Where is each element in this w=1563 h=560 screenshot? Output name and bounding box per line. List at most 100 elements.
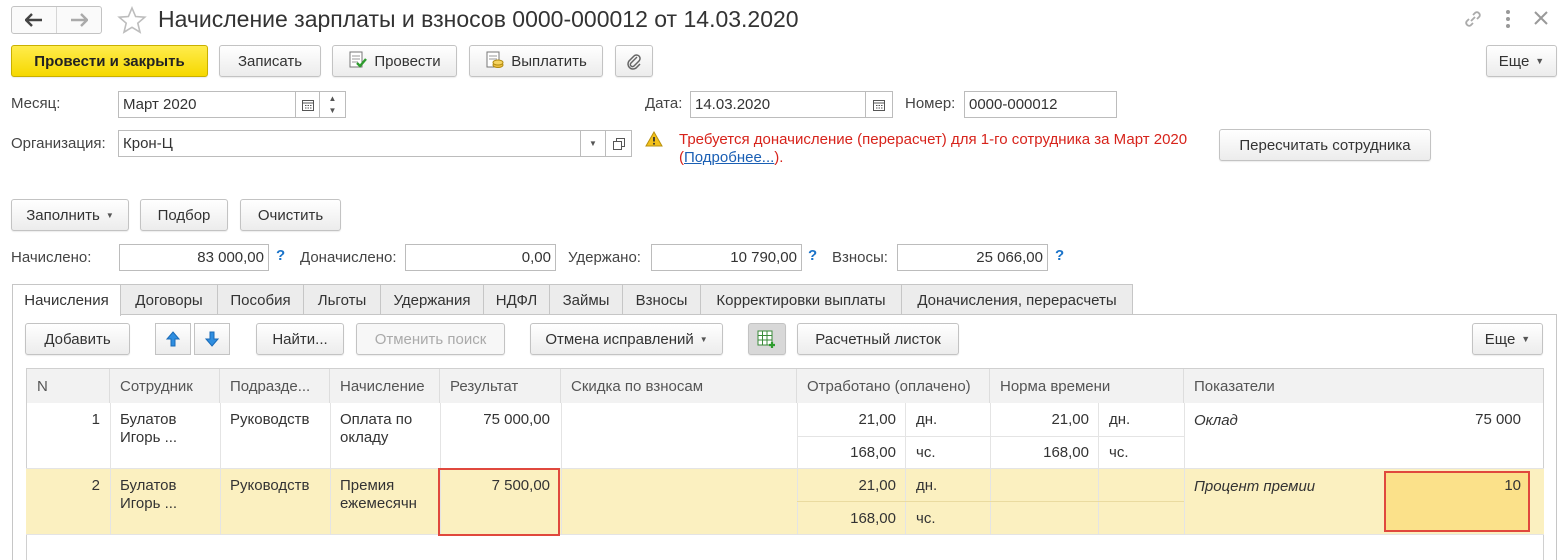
number-field[interactable]: 0000-000012 bbox=[964, 91, 1117, 118]
forward-button[interactable] bbox=[57, 7, 102, 33]
column-header-indicators[interactable]: Показатели bbox=[1184, 369, 1543, 403]
contributions-field: 25 066,00 bbox=[897, 244, 1048, 271]
row-divider bbox=[797, 436, 1184, 437]
row1-worked-days[interactable]: 21,00 bbox=[800, 411, 896, 429]
row2-worked-hours[interactable]: 168,00 bbox=[800, 510, 896, 528]
row2-worked-hours-unit: чс. bbox=[916, 510, 936, 527]
contributions-help-icon[interactable]: ? bbox=[1055, 247, 1064, 264]
tab-contributions[interactable]: Взносы bbox=[622, 284, 701, 315]
tab-loans[interactable]: Займы bbox=[549, 284, 623, 315]
favorite-star-icon[interactable] bbox=[117, 6, 147, 34]
month-spinner[interactable]: ▲ ▼ bbox=[319, 91, 346, 118]
post-document-icon bbox=[349, 51, 368, 68]
details-link[interactable]: Подробнее... bbox=[684, 149, 774, 166]
calendar-icon bbox=[873, 99, 885, 111]
clear-label: Очистить bbox=[257, 206, 324, 224]
withheld-help-icon[interactable]: ? bbox=[808, 247, 817, 264]
column-header-department[interactable]: Подразде... bbox=[220, 369, 330, 403]
pay-button[interactable]: Выплатить bbox=[469, 45, 603, 77]
row1-indicator-value[interactable]: 75 000 bbox=[1390, 411, 1521, 429]
recalculate-label: Пересчитать сотрудника bbox=[1239, 136, 1411, 154]
row2-n[interactable]: 2 bbox=[30, 477, 100, 495]
pick-button[interactable]: Подбор bbox=[140, 199, 228, 231]
row2-employee-line2[interactable]: Игорь ... bbox=[120, 495, 177, 513]
back-button[interactable] bbox=[12, 7, 57, 33]
cancel-corrections-button[interactable]: Отмена исправлений ▼ bbox=[530, 323, 723, 355]
save-button[interactable]: Записать bbox=[219, 45, 321, 77]
document-title: Начисление зарплаты и взносов 0000-00001… bbox=[158, 6, 799, 32]
link-icon[interactable] bbox=[1463, 9, 1483, 29]
tab-contracts[interactable]: Договоры bbox=[120, 284, 218, 315]
accrued-help-icon[interactable]: ? bbox=[276, 247, 285, 264]
row1-norm-days[interactable]: 21,00 bbox=[993, 411, 1089, 429]
withheld-label: Удержано: bbox=[568, 249, 641, 266]
post-button[interactable]: Провести bbox=[332, 45, 457, 77]
add-row-button[interactable]: Добавить bbox=[25, 323, 130, 355]
row2-accrual-line2[interactable]: ежемесячн bbox=[340, 495, 417, 513]
tab-deductions-benefits[interactable]: Льготы bbox=[303, 284, 381, 315]
pick-label: Подбор bbox=[157, 206, 211, 224]
grid-add-icon bbox=[757, 330, 775, 348]
column-header-worked[interactable]: Отработано (оплачено) bbox=[797, 369, 990, 403]
row2-accrual-line1[interactable]: Премия bbox=[340, 477, 394, 495]
payslip-button[interactable]: Расчетный листок bbox=[797, 323, 959, 355]
row1-department[interactable]: Руководств bbox=[230, 411, 309, 429]
month-calendar-button[interactable] bbox=[295, 91, 320, 118]
menu-dots-icon[interactable] bbox=[1505, 9, 1511, 29]
tab-payment-corrections[interactable]: Корректировки выплаты bbox=[700, 284, 902, 315]
row2-department[interactable]: Руководств bbox=[230, 477, 309, 495]
column-header-result[interactable]: Результат bbox=[440, 369, 561, 403]
arrow-down-icon bbox=[205, 331, 219, 347]
row1-result[interactable]: 75 000,00 bbox=[445, 411, 550, 429]
arrow-up-icon bbox=[166, 331, 180, 347]
recalculate-employee-button[interactable]: Пересчитать сотрудника bbox=[1219, 129, 1431, 161]
row1-employee-line1[interactable]: Булатов bbox=[120, 411, 176, 429]
find-label: Найти... bbox=[272, 330, 328, 348]
tab-ndfl[interactable]: НДФЛ bbox=[483, 284, 550, 315]
accrued-label: Начислено: bbox=[11, 249, 92, 266]
row1-worked-hours[interactable]: 168,00 bbox=[800, 444, 896, 462]
clear-button[interactable]: Очистить bbox=[240, 199, 341, 231]
row2-worked-days[interactable]: 21,00 bbox=[800, 477, 896, 495]
row1-accrual-line2[interactable]: окладу bbox=[340, 429, 388, 447]
tab-benefits[interactable]: Пособия bbox=[217, 284, 304, 315]
organization-open-button[interactable] bbox=[605, 130, 632, 157]
column-header-contribution-discount[interactable]: Скидка по взносам bbox=[561, 369, 797, 403]
fill-button[interactable]: Заполнить ▼ bbox=[11, 199, 129, 231]
column-header-accrual[interactable]: Начисление bbox=[330, 369, 440, 403]
move-down-button[interactable] bbox=[194, 323, 230, 355]
tab-recalculations[interactable]: Доначисления, перерасчеты bbox=[901, 284, 1133, 315]
tab-withholdings[interactable]: Удержания bbox=[380, 284, 484, 315]
month-field[interactable]: Март 2020 bbox=[118, 91, 296, 118]
column-header-employee[interactable]: Сотрудник bbox=[110, 369, 220, 403]
organization-dropdown-button[interactable]: ▼ bbox=[580, 130, 606, 157]
close-icon[interactable] bbox=[1533, 10, 1549, 26]
column-header-n[interactable]: N bbox=[27, 369, 110, 403]
date-field[interactable]: 14.03.2020 bbox=[690, 91, 866, 118]
find-button[interactable]: Найти... bbox=[256, 323, 344, 355]
tab-accruals[interactable]: Начисления bbox=[12, 284, 121, 316]
cancel-search-label: Отменить поиск bbox=[374, 330, 487, 348]
cancel-search-button[interactable]: Отменить поиск bbox=[356, 323, 505, 355]
arrow-right-icon bbox=[70, 13, 88, 27]
calendar-icon bbox=[301, 99, 314, 111]
table-more-button[interactable]: Еще ▼ bbox=[1472, 323, 1543, 355]
payslip-label: Расчетный листок bbox=[815, 330, 941, 348]
table-settings-button[interactable] bbox=[748, 323, 786, 355]
fill-label: Заполнить bbox=[26, 206, 100, 224]
more-button[interactable]: Еще ▼ bbox=[1486, 45, 1557, 77]
attach-button[interactable] bbox=[615, 45, 653, 77]
row1-norm-hours[interactable]: 168,00 bbox=[993, 444, 1089, 462]
date-calendar-button[interactable] bbox=[865, 91, 893, 118]
row1-employee-line2[interactable]: Игорь ... bbox=[120, 429, 177, 447]
row2-employee-line1[interactable]: Булатов bbox=[120, 477, 176, 495]
column-header-time-norm[interactable]: Норма времени bbox=[990, 369, 1184, 403]
organization-field[interactable]: Крон-Ц bbox=[118, 130, 581, 157]
contributions-label: Взносы: bbox=[832, 249, 888, 266]
additional-label: Доначислено: bbox=[300, 249, 397, 266]
post-and-close-button[interactable]: Провести и закрыть bbox=[11, 45, 208, 77]
move-up-button[interactable] bbox=[155, 323, 191, 355]
warning-details: (Подробнее...). bbox=[679, 149, 783, 166]
row1-n[interactable]: 1 bbox=[30, 411, 100, 429]
row1-accrual-line1[interactable]: Оплата по bbox=[340, 411, 412, 429]
